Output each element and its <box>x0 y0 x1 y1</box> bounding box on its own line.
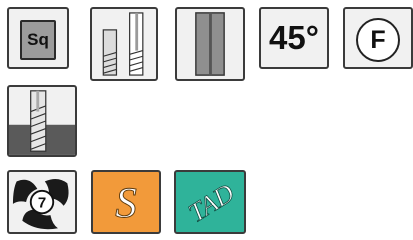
end-mill-lengths-icon <box>102 12 144 76</box>
tad-badge-button[interactable]: TAD <box>174 170 246 234</box>
angle-label: 45° <box>269 19 319 56</box>
s-badge-label: S <box>115 180 137 227</box>
finish-button[interactable]: F <box>343 7 413 69</box>
s-badge-icon: S <box>115 180 138 228</box>
finish-label: F <box>356 18 400 62</box>
series-number: 7 <box>38 195 46 212</box>
shank-tool-button[interactable] <box>175 7 245 81</box>
tad-badge-icon: TAD <box>183 178 240 229</box>
angle-45-button[interactable]: 45° <box>259 7 329 69</box>
series-7-button[interactable]: 7 <box>7 170 77 234</box>
depth-of-cut-button[interactable] <box>7 85 77 157</box>
shank-tool-icon <box>195 12 225 76</box>
tad-badge-label: TAD <box>183 178 239 228</box>
end-mill-in-material-icon <box>9 90 75 155</box>
square-end-button[interactable]: Sq <box>7 7 69 69</box>
square-label-chip: Sq <box>20 20 56 60</box>
series-7-logo-icon: 7 <box>12 178 69 230</box>
cutter-lengths-button[interactable] <box>90 7 158 81</box>
s-badge-button[interactable]: S <box>91 170 161 234</box>
